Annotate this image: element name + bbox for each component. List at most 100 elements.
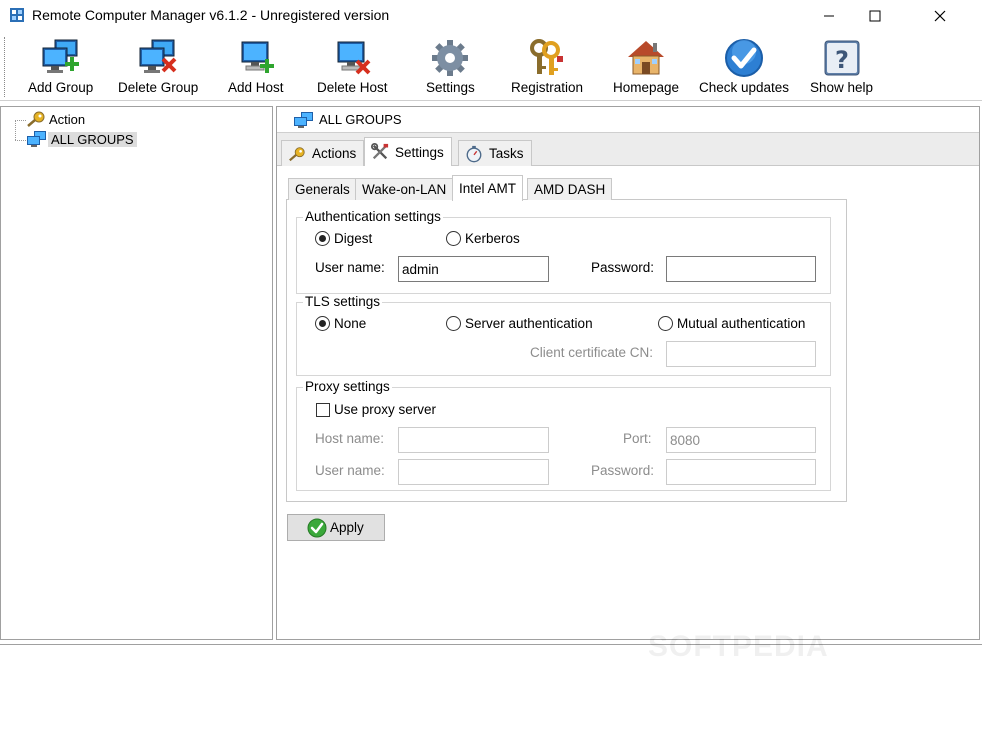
tab-settings[interactable]: Settings (364, 137, 452, 166)
tree-item-label: ALL GROUPS (48, 131, 137, 147)
house-icon (628, 41, 665, 75)
server-authentication-radio[interactable]: Server authentication (446, 316, 593, 331)
delete-group-label: Delete Group (118, 80, 199, 95)
apply-button[interactable]: Apply (287, 514, 385, 541)
kerberos-label: Kerberos (465, 231, 520, 246)
username-input[interactable] (398, 256, 549, 282)
subtab-amd-dash[interactable]: AMD DASH (527, 178, 613, 200)
password-input[interactable] (666, 256, 816, 282)
homepage-button[interactable]: Homepage (613, 38, 679, 100)
app-icon (9, 7, 25, 23)
delete-group-icon (139, 39, 177, 73)
show-help-label: Show help (810, 80, 874, 95)
minimize-icon (824, 15, 834, 16)
subtab-generals[interactable]: Generals (288, 178, 357, 200)
delete-host-button[interactable]: Delete Host (317, 38, 388, 100)
radio-indicator (658, 316, 673, 331)
proxy-host-label: Host name: (315, 431, 385, 446)
maximize-icon (869, 10, 881, 21)
tree-connector (15, 120, 26, 121)
tls-settings-title: TLS settings (303, 294, 383, 309)
proxy-username-label: User name: (315, 463, 385, 478)
group-tree-panel[interactable] (0, 106, 273, 640)
homepage-label: Homepage (613, 80, 680, 95)
key-icon (289, 146, 305, 161)
proxy-port-input[interactable] (666, 427, 816, 453)
server-authentication-label: Server authentication (465, 316, 593, 331)
show-help-button[interactable]: ? Show help (810, 38, 873, 100)
mutual-authentication-radio[interactable]: Mutual authentication (658, 316, 805, 331)
delete-group-button[interactable]: Delete Group (118, 38, 198, 100)
proxy-host-input[interactable] (398, 427, 549, 453)
toolbar-grip[interactable] (4, 37, 7, 97)
tab-tasks[interactable]: Tasks (458, 140, 532, 166)
tree-item-all-groups[interactable]: ALL GROUPS (26, 130, 137, 148)
network-icon (27, 131, 46, 147)
kerberos-radio[interactable]: Kerberos (446, 231, 520, 246)
tree-item-action[interactable]: Action (26, 110, 88, 128)
add-group-label: Add Group (28, 80, 94, 95)
gear-icon (432, 40, 469, 76)
tab-label: Tasks (489, 146, 524, 161)
tls-none-label: None (334, 316, 367, 331)
checkbox-indicator (316, 402, 330, 417)
tab-actions[interactable]: Actions (281, 140, 365, 166)
tree-connector (15, 140, 26, 141)
registration-label: Registration (511, 80, 584, 95)
add-host-label: Add Host (228, 80, 284, 95)
subtab-intel-amt[interactable]: Intel AMT (452, 175, 524, 201)
client-certificate-label: Client certificate CN: (530, 345, 654, 360)
maximize-button[interactable] (852, 0, 898, 31)
tab-label: Settings (395, 144, 444, 160)
keys-icon (530, 39, 564, 75)
network-icon (294, 111, 313, 128)
check-updates-label: Check updates (699, 80, 790, 95)
tab-label: Actions (312, 146, 357, 161)
proxy-port-label: Port: (623, 431, 652, 446)
mutual-authentication-label: Mutual authentication (677, 316, 806, 331)
close-button[interactable] (898, 0, 982, 31)
password-label: Password: (591, 260, 655, 275)
use-proxy-checkbox[interactable]: Use proxy server (316, 402, 436, 417)
proxy-username-input[interactable] (398, 459, 549, 485)
digest-radio[interactable]: Digest (315, 231, 372, 246)
radio-indicator (315, 231, 330, 246)
add-group-button[interactable]: Add Group (28, 38, 93, 100)
minimize-button[interactable] (806, 0, 852, 31)
proxy-settings-title: Proxy settings (303, 379, 392, 394)
tls-none-radio[interactable]: None (315, 316, 366, 331)
svg-text:?: ? (835, 46, 849, 74)
radio-indicator (446, 316, 461, 331)
check-updates-button[interactable]: Check updates (699, 38, 789, 100)
question-icon: ? (824, 40, 860, 76)
apply-label: Apply (330, 520, 364, 535)
check-icon (725, 39, 764, 77)
delete-host-icon (337, 41, 371, 75)
watermark: SOFTPEDIA (648, 630, 829, 663)
add-host-button[interactable]: Add Host (228, 38, 284, 100)
window-title: Remote Computer Manager v6.1.2 - Unregis… (32, 7, 390, 23)
group-header-label: ALL GROUPS (319, 112, 402, 127)
radio-indicator (446, 231, 461, 246)
group-header: ALL GROUPS (277, 107, 979, 133)
add-host-icon (241, 41, 274, 73)
proxy-password-input[interactable] (666, 459, 816, 485)
tree-connector (15, 120, 16, 140)
status-divider (0, 644, 982, 645)
digest-label: Digest (334, 231, 373, 246)
close-icon (934, 10, 946, 21)
settings-button[interactable]: Settings (426, 38, 475, 100)
authentication-settings-title: Authentication settings (303, 209, 443, 224)
tools-icon (371, 143, 389, 160)
proxy-password-label: Password: (591, 463, 655, 478)
registration-button[interactable]: Registration (511, 38, 583, 100)
check-circle-icon (307, 518, 327, 537)
use-proxy-label: Use proxy server (334, 402, 437, 417)
delete-host-label: Delete Host (317, 80, 388, 95)
client-certificate-input[interactable] (666, 341, 816, 367)
subtab-wake-on-lan[interactable]: Wake-on-LAN (355, 178, 454, 200)
key-icon (27, 111, 45, 127)
tree-item-label: Action (49, 111, 86, 127)
stopwatch-icon (466, 145, 482, 162)
settings-label: Settings (426, 80, 475, 95)
